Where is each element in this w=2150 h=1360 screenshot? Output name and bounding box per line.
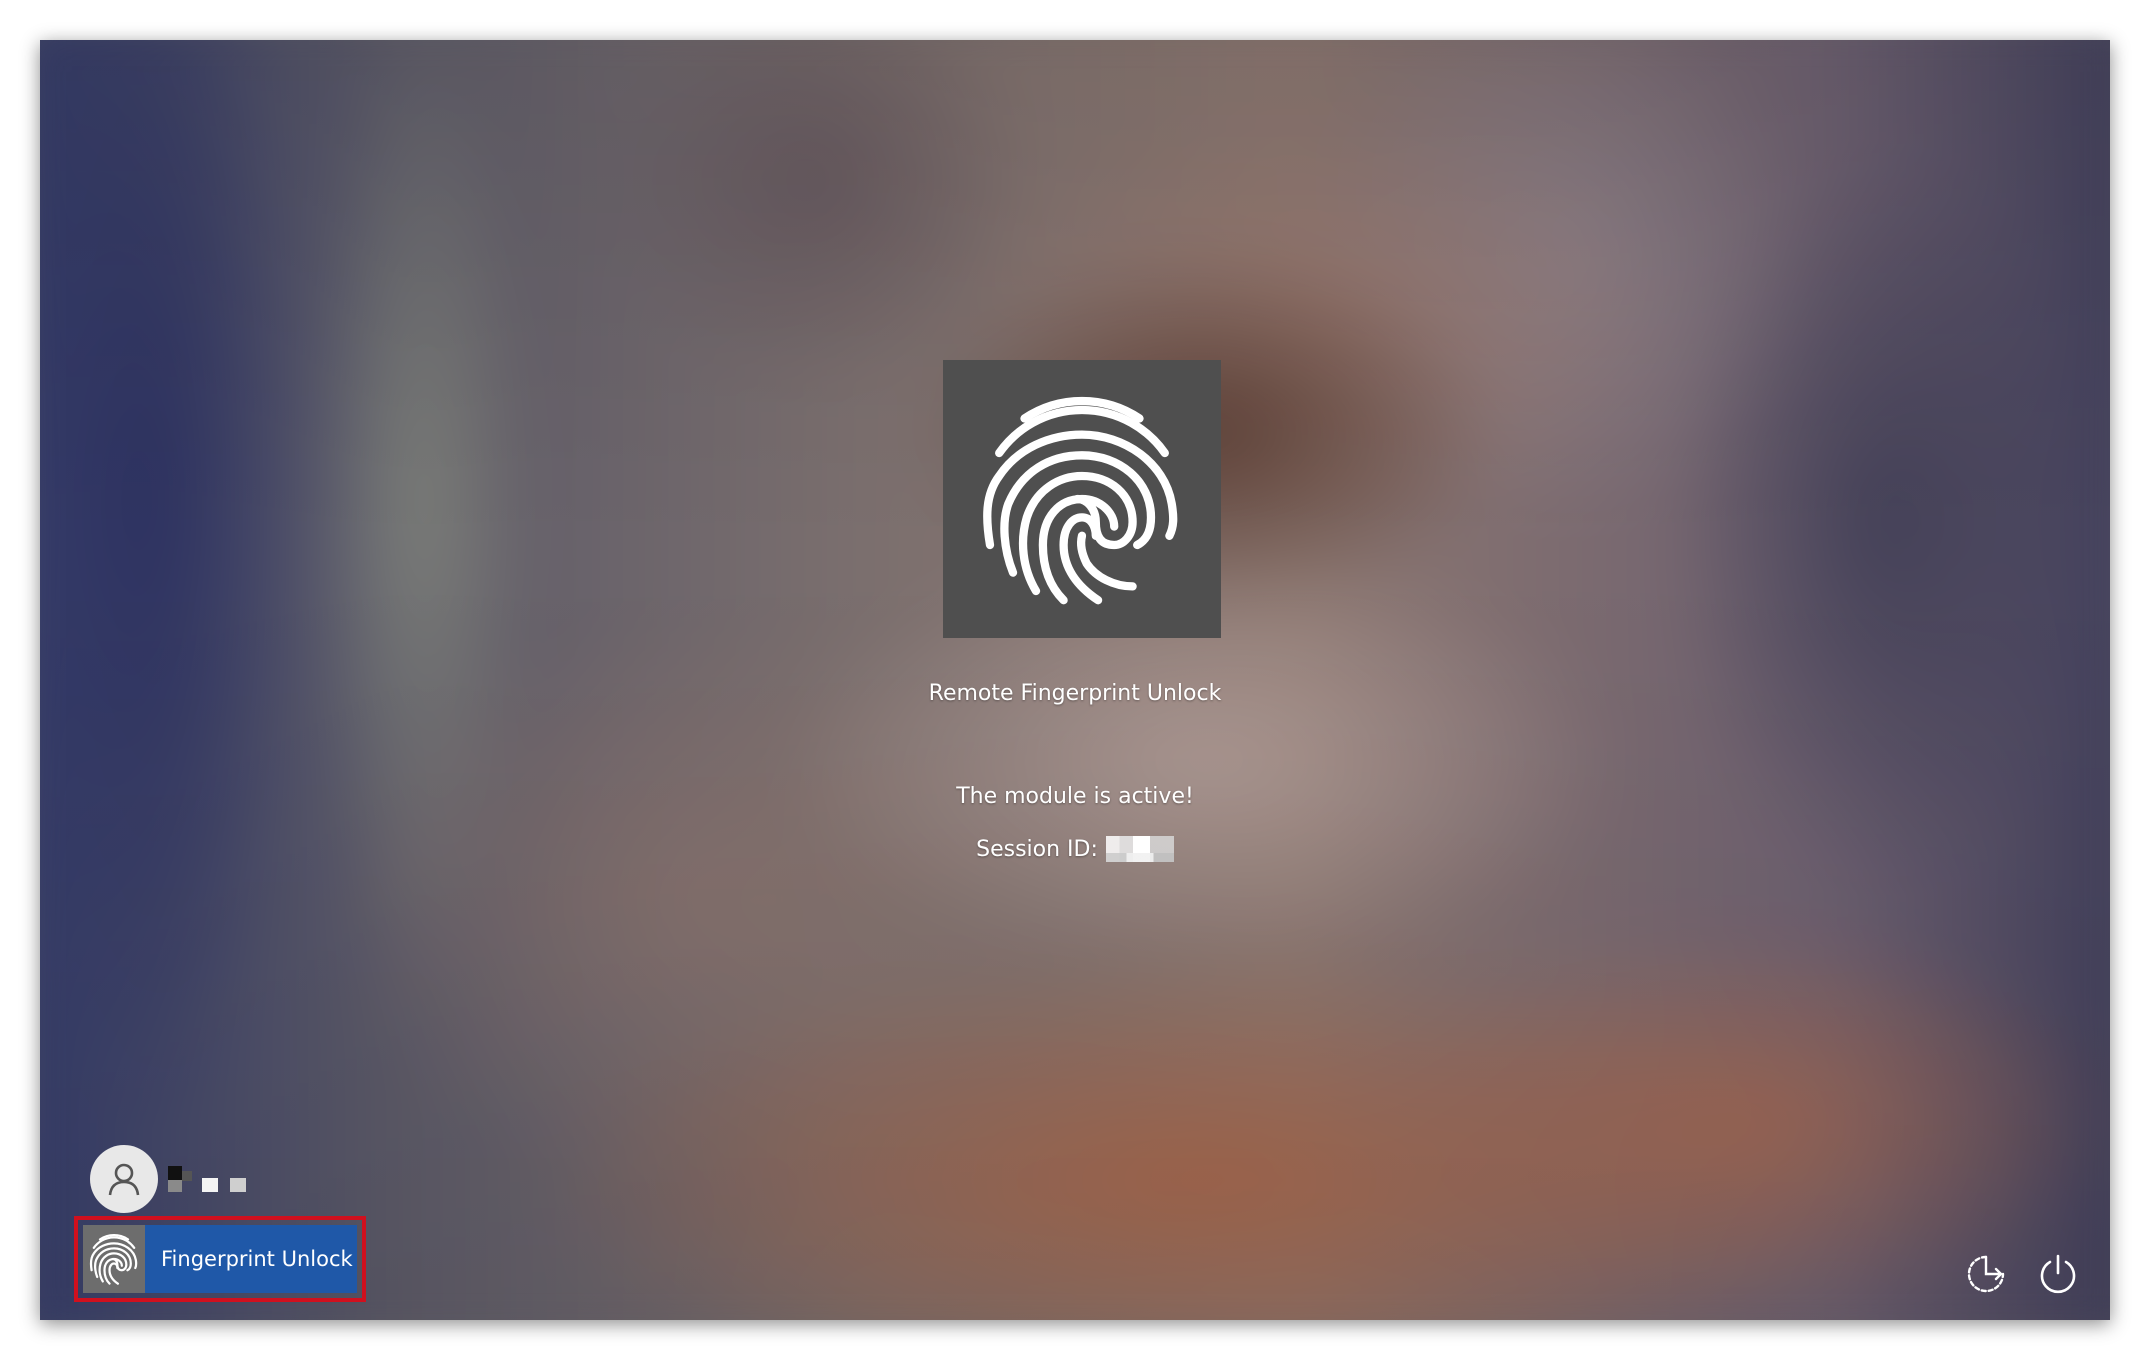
credential-tile-label: Remote Fingerprint Unlock bbox=[928, 681, 1222, 706]
ease-of-access-button[interactable] bbox=[1960, 1248, 2012, 1300]
fingerprint-icon bbox=[983, 396, 1178, 605]
user-avatar-icon bbox=[108, 1163, 140, 1196]
credential-tile bbox=[943, 360, 1221, 638]
status-message: The module is active! bbox=[956, 784, 1194, 809]
lock-screen: Remote Fingerprint Unlock The module is … bbox=[40, 40, 2110, 1320]
power-icon bbox=[2040, 1254, 2076, 1294]
fingerprint-icon bbox=[89, 1234, 138, 1285]
fingerprint-unlock-option[interactable]: Fingerprint Unlock bbox=[74, 1216, 366, 1302]
ease-of-access-icon bbox=[1967, 1255, 2005, 1293]
user-avatar[interactable] bbox=[90, 1145, 158, 1213]
session-id-row: Session ID: bbox=[40, 836, 2110, 862]
user-name-redacted bbox=[168, 1166, 248, 1194]
session-id-redacted bbox=[1105, 836, 1174, 862]
power-button[interactable] bbox=[2032, 1248, 2084, 1300]
session-id-label: Session ID: bbox=[976, 836, 1098, 862]
fingerprint-unlock-label: Fingerprint Unlock bbox=[161, 1247, 353, 1271]
